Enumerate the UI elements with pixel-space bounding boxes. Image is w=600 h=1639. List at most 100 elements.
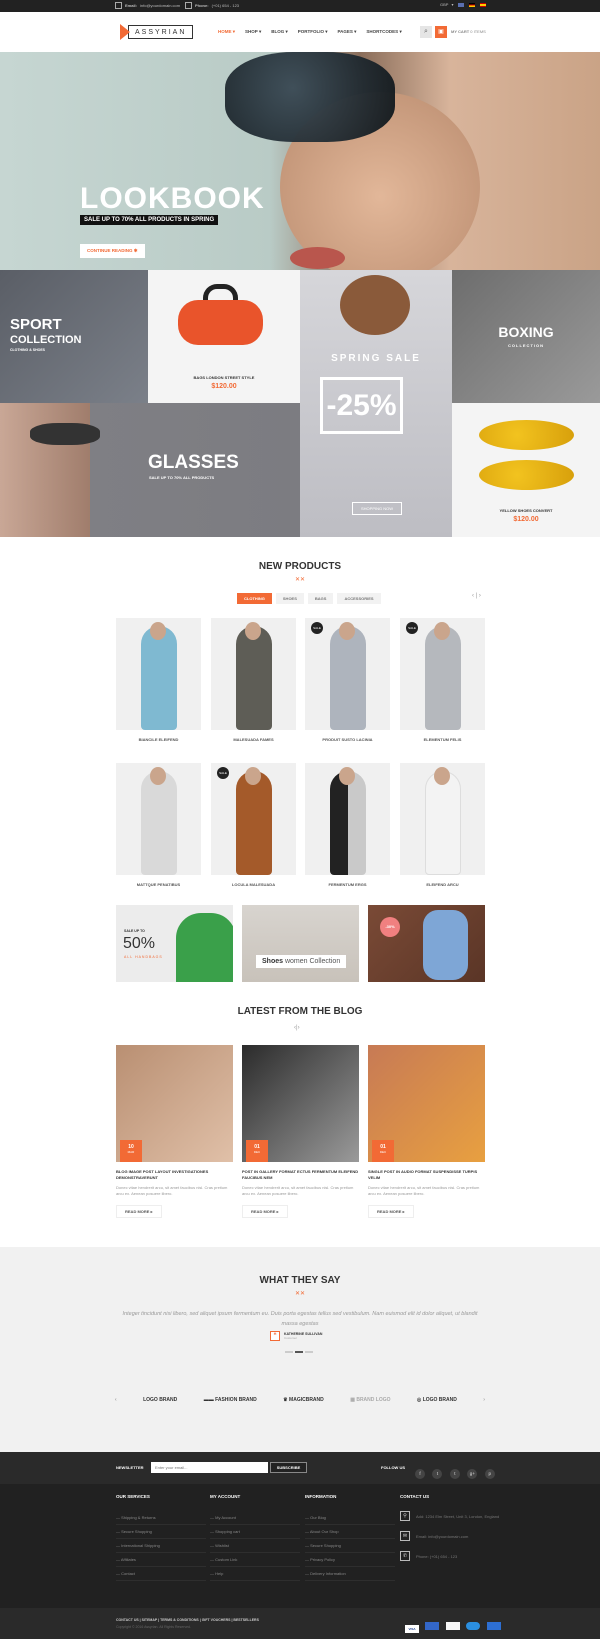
flag-uk-icon[interactable] [458,2,465,7]
product-card[interactable]: MATTQUE PENATIBUS [116,763,201,887]
footer-link[interactable]: — Contact [116,1567,206,1581]
footer-link[interactable]: — Our Blog [305,1511,395,1525]
product-name[interactable]: BIANCILE ELEIFEND [116,737,201,742]
banner-glasses[interactable]: GLASSES SALE UP TO 70% ALL PRODUCTS [0,403,300,537]
nav-portfolio[interactable]: PORTFOLIO ▾ [298,29,328,35]
nav-blog[interactable]: BLOG ▾ [271,29,288,35]
footer-link[interactable]: — My Account [210,1511,300,1525]
product-card[interactable]: BIANCILE ELEIFEND [116,618,201,742]
product-card[interactable]: SALE ELEMENTUM FELIS [400,618,485,742]
footer-link[interactable]: — Secure Shopping [116,1525,206,1539]
footer-link[interactable]: — Shopping cart [210,1525,300,1539]
brand-logo[interactable]: LOGO BRAND [143,1397,177,1403]
google-plus-icon[interactable]: g+ [467,1469,478,1479]
post-image[interactable]: 01 DEC [242,1045,359,1162]
product-name[interactable]: ELEIFEND ARCU [400,882,485,887]
brand-logo[interactable]: ▦ BRAND LOGO [350,1397,390,1403]
post-title[interactable]: BLOG IMAGE POST LAYOUT INVESTIGATIONES D… [116,1169,233,1181]
footer-link[interactable]: — Wishlist [210,1539,300,1553]
pinterest-icon[interactable]: p [484,1469,495,1479]
product-card[interactable]: SALE LOCULA MALESUADA [211,763,296,887]
footer-link[interactable]: — About Our Shop [305,1525,395,1539]
product-name[interactable]: LOCULA MALESUADA [211,882,296,887]
prev-arrow-icon[interactable]: ‹ [115,1397,117,1403]
product-name[interactable]: FERMENTUM ERGS [305,882,390,887]
tab-shoes[interactable]: SHOES [275,593,304,604]
product-image[interactable]: SALE [211,763,296,875]
twitter-icon[interactable]: t [432,1469,443,1479]
product-image[interactable] [400,763,485,875]
footer-link[interactable]: — Delivery Information [305,1567,395,1581]
product-name[interactable]: MATTQUE PENATIBUS [116,882,201,887]
product-card[interactable]: MALESUADA FAMES [211,618,296,742]
email-link[interactable]: info@yourdomain.com [140,3,180,8]
pager-dot[interactable] [295,1351,303,1353]
product-image[interactable] [211,618,296,730]
brand-logo[interactable]: ♛ MAGICBRAND [283,1397,324,1403]
footer-bottom-link[interactable]: GIFT VOUCHERS [202,1618,231,1622]
nav-shortcodes[interactable]: SHORTCODES ▾ [366,29,401,35]
banner-yellow-shoes[interactable]: YELLOW SHOES CONVERT $120.00 [452,403,600,537]
product-image[interactable] [116,763,201,875]
footer-link[interactable]: — Help [210,1567,300,1581]
read-more-button[interactable]: READ MORE ▸ [116,1205,162,1218]
brand-logo[interactable]: ◎ LOGO BRAND [417,1397,457,1403]
read-more-button[interactable]: READ MORE ▸ [242,1205,288,1218]
newsletter-email-input[interactable] [151,1462,268,1473]
footer-link[interactable]: — Privacy Policy [305,1553,395,1567]
footer-link[interactable]: — Shipping & Returns [116,1511,206,1525]
promo-shoes[interactable]: Shoes women Collection [242,905,359,982]
contact-email-link[interactable]: Email: info@yourdomain.com [416,1534,468,1539]
post-title[interactable]: POST IN GALLERY FORMAT ECTUS FERMENTUM E… [242,1169,359,1181]
product-card[interactable]: SALE PRODUIT SUSTO LACINIA [305,618,390,742]
footer-link[interactable]: — International Shipping [116,1539,206,1553]
search-button[interactable]: ⌕ [420,26,432,38]
nav-home[interactable]: HOME ▾ [218,29,235,35]
footer-bottom-link[interactable]: TERMS & CONDITIONS [160,1618,199,1622]
banner-spring-sale[interactable]: SPRING SALE -25% SHOPPING NOW [300,270,452,537]
flag-spain-icon[interactable] [480,2,487,7]
footer-bottom-link[interactable]: BESTSELLERS [233,1618,258,1622]
continue-reading-button[interactable]: CONTINUE READING ✱ [80,244,145,258]
brand-logo[interactable]: ▬▬ FASHION BRAND [204,1397,257,1403]
flag-germany-icon[interactable] [469,2,476,7]
footer-link[interactable]: — Secure Shopping [305,1539,395,1553]
post-title[interactable]: SINGLE POST IN AUDIO FORMAT SUSPENDISSE … [368,1169,485,1181]
product-image[interactable] [305,763,390,875]
prev-arrow-icon[interactable]: ‹ [472,593,474,599]
pager-dot[interactable] [285,1351,293,1353]
product-image[interactable]: SALE [400,618,485,730]
shopping-now-button[interactable]: SHOPPING NOW [352,502,403,515]
tumblr-icon[interactable]: t [449,1469,460,1479]
product-name[interactable]: MALESUADA FAMES [211,737,296,742]
banner-bag[interactable]: BAGS LONDON STREET STYLE $120.00 [148,270,300,403]
promo-handbags[interactable]: SALE UP TO 50% ALL HANDBAGS [116,905,233,982]
prev-arrow-icon[interactable]: ‹ [294,1025,296,1031]
pager-dot[interactable] [305,1351,313,1353]
next-arrow-icon[interactable]: › [479,593,481,599]
banner-boxing[interactable]: BOXING COLLECTION [452,270,600,403]
cart-summary[interactable]: MY CART 0 ITEMS [451,29,486,34]
post-image[interactable]: 01 DEC [368,1045,485,1162]
product-card[interactable]: FERMENTUM ERGS [305,763,390,887]
nav-pages[interactable]: PAGES ▾ [337,29,356,35]
banner-sport[interactable]: SPORT COLLECTION CLOTHING & SHOES [0,270,148,403]
subscribe-button[interactable]: SUBSCRIBE [270,1462,307,1473]
footer-link[interactable]: — Custom Link [210,1553,300,1567]
facebook-icon[interactable]: f [415,1469,425,1479]
promo-discount[interactable]: -30% [368,905,485,982]
next-arrow-icon[interactable]: › [483,1397,485,1403]
tab-bags[interactable]: BAGS [307,593,334,604]
nav-shop[interactable]: SHOP ▾ [245,29,261,35]
product-image[interactable] [116,618,201,730]
product-name[interactable]: ELEMENTUM FELIS [400,737,485,742]
footer-link[interactable]: — Affiliates [116,1553,206,1567]
footer-bottom-link[interactable]: CONTACT US [116,1618,139,1622]
logo[interactable]: ASSYRIAN [120,23,194,41]
next-arrow-icon[interactable]: › [298,1025,300,1031]
cart-button[interactable]: ▣ [435,26,447,38]
tab-clothing[interactable]: CLOTHING [237,593,272,604]
tab-accessories[interactable]: ACCESSORIES [337,593,381,604]
post-image[interactable]: 10 MAR [116,1045,233,1162]
product-card[interactable]: ELEIFEND ARCU [400,763,485,887]
